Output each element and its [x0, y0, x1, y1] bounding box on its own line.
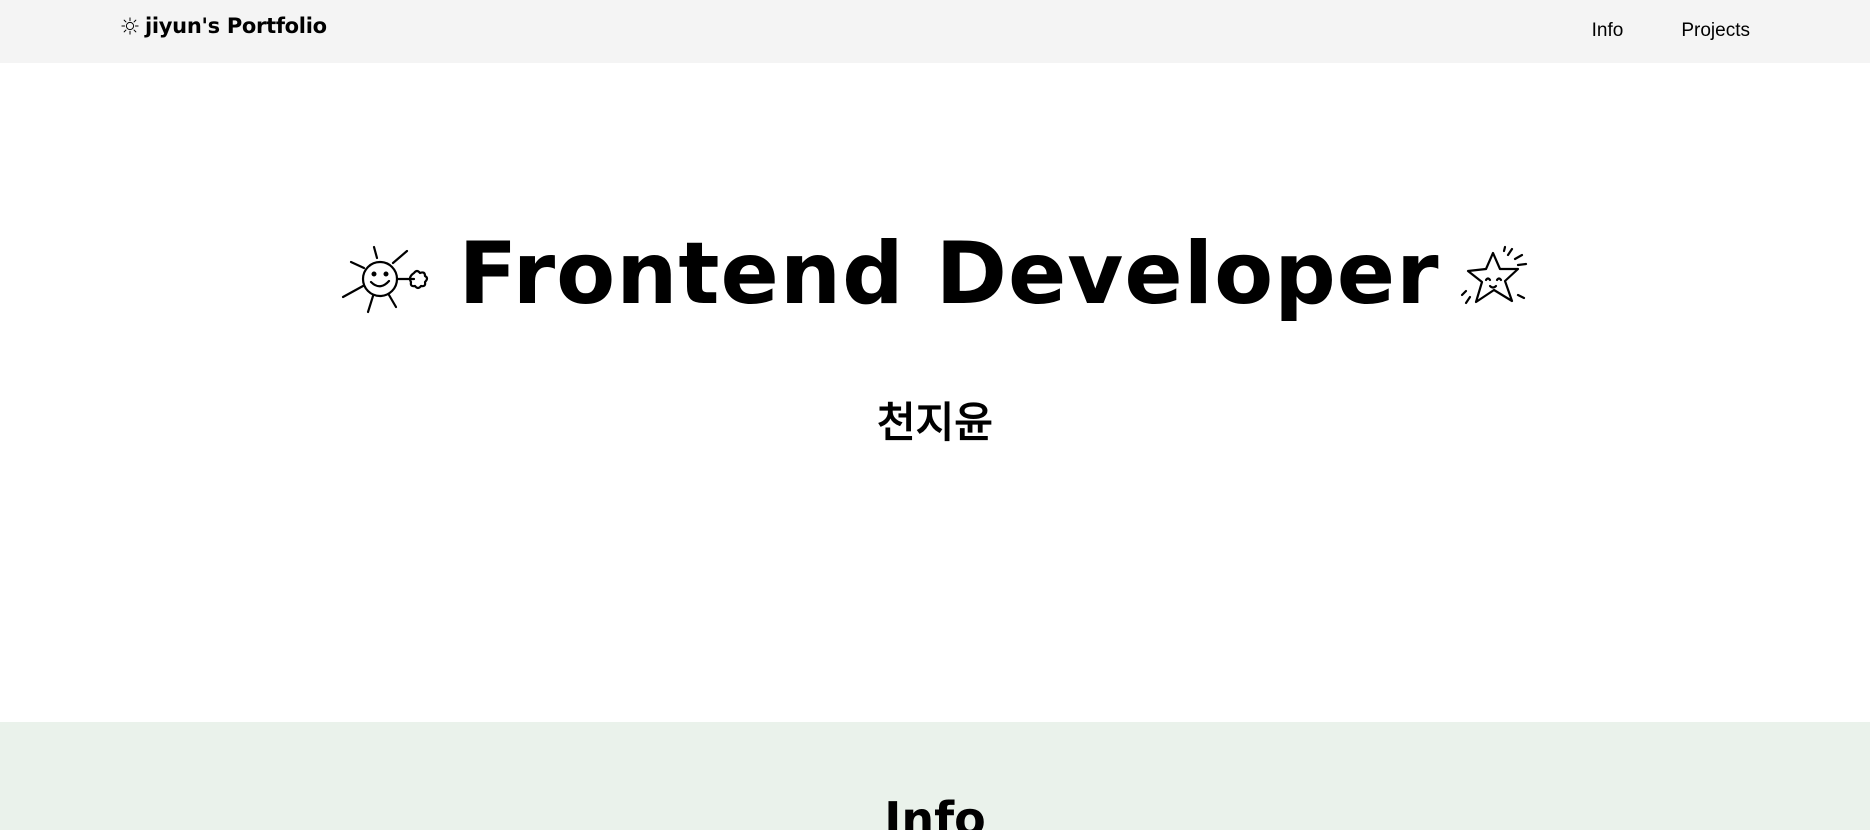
hero-subtitle-name: 천지윤 — [877, 398, 993, 447]
hero-title-row: Frontend Developer — [0, 231, 1870, 327]
info-heading: Info — [884, 792, 986, 830]
sparkle-doodle-icon — [121, 17, 139, 35]
top-navbar: jiyun's Portfolio Info Projects — [0, 0, 1870, 63]
hero-title: Frontend Developer — [458, 224, 1440, 324]
nav-link-projects[interactable]: Projects — [1681, 20, 1750, 42]
sun-doodle-icon — [342, 245, 429, 314]
brand-name: jiyun's Portfolio — [145, 14, 327, 38]
brand-link[interactable]: jiyun's Portfolio — [121, 14, 327, 38]
info-section: Info — [0, 722, 1870, 830]
star-doodle-icon — [1460, 245, 1527, 305]
hero-section: Frontend Developer 천지윤 — [0, 63, 1870, 722]
nav-link-info[interactable]: Info — [1592, 20, 1624, 42]
main-nav: Info Projects — [1592, 20, 1750, 42]
